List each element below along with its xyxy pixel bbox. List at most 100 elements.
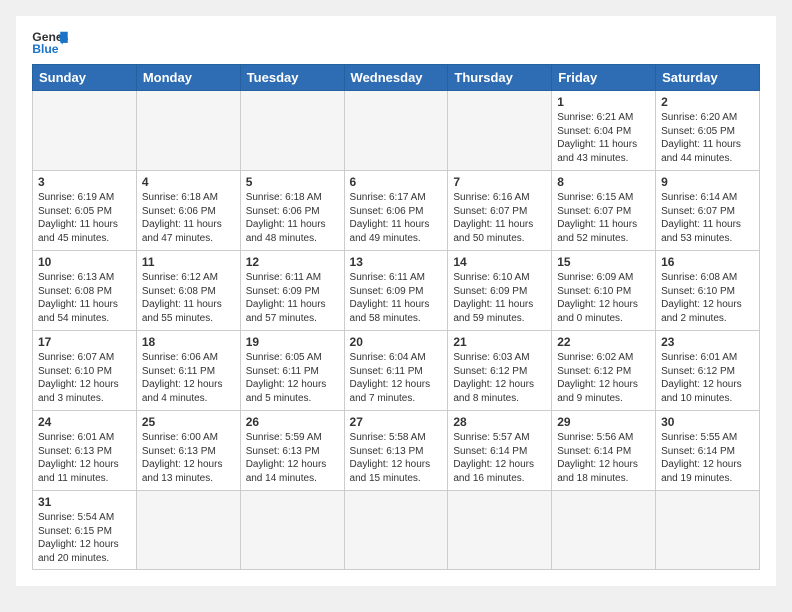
day-cell	[136, 491, 240, 570]
day-number: 1	[557, 95, 650, 109]
day-number: 25	[142, 415, 235, 429]
day-info: Sunrise: 5:59 AM Sunset: 6:13 PM Dayligh…	[246, 431, 339, 485]
day-number: 4	[142, 175, 235, 189]
day-cell: 7Sunrise: 6:16 AM Sunset: 6:07 PM Daylig…	[448, 171, 552, 251]
day-number: 6	[350, 175, 443, 189]
day-cell: 29 Sunrise: 5:56 AM Sunset: 6:14 PM Dayli…	[552, 411, 656, 491]
day-cell: 25 Sunrise: 6:00 AM Sunset: 6:13 PM Dayli…	[136, 411, 240, 491]
day-cell: 20 Sunrise: 6:04 AM Sunset: 6:11 PM Dayli…	[344, 331, 448, 411]
day-cell: 10 Sunrise: 6:13 AM Sunset: 6:08 PM Dayli…	[33, 251, 137, 331]
day-number: 9	[661, 175, 754, 189]
day-info: Sunrise: 6:11 AM Sunset: 6:09 PM Dayligh…	[350, 271, 443, 325]
day-info: Sunrise: 6:03 AM Sunset: 6:12 PM Dayligh…	[453, 351, 546, 405]
day-cell: 21Sunrise: 6:03 AM Sunset: 6:12 PM Dayli…	[448, 331, 552, 411]
day-cell	[344, 491, 448, 570]
day-info: Sunrise: 6:14 AM Sunset: 6:07 PM Dayligh…	[661, 191, 754, 245]
day-number: 17	[38, 335, 131, 349]
day-info: Sunrise: 6:04 AM Sunset: 6:11 PM Dayligh…	[350, 351, 443, 405]
weekday-sunday: Sunday	[33, 65, 137, 91]
day-cell	[656, 491, 760, 570]
day-info: Sunrise: 5:58 AM Sunset: 6:13 PM Dayligh…	[350, 431, 443, 485]
day-number: 23	[661, 335, 754, 349]
calendar-table: SundayMondayTuesdayWednesdayThursdayFrid…	[32, 64, 760, 570]
day-info: Sunrise: 6:09 AM Sunset: 6:10 PM Dayligh…	[557, 271, 650, 325]
day-number: 13	[350, 255, 443, 269]
day-number: 8	[557, 175, 650, 189]
weekday-wednesday: Wednesday	[344, 65, 448, 91]
day-cell: 16 Sunrise: 6:08 AM Sunset: 6:10 PM Dayli…	[656, 251, 760, 331]
day-cell: 9 Sunrise: 6:14 AM Sunset: 6:07 PM Daylig…	[656, 171, 760, 251]
day-number: 2	[661, 95, 754, 109]
day-number: 20	[350, 335, 443, 349]
day-info: Sunrise: 6:13 AM Sunset: 6:08 PM Dayligh…	[38, 271, 131, 325]
day-number: 7	[453, 175, 546, 189]
day-cell: 3 Sunrise: 6:19 AM Sunset: 6:05 PM Daylig…	[33, 171, 137, 251]
day-number: 24	[38, 415, 131, 429]
day-info: Sunrise: 6:01 AM Sunset: 6:13 PM Dayligh…	[38, 431, 131, 485]
day-info: Sunrise: 6:07 AM Sunset: 6:10 PM Dayligh…	[38, 351, 131, 405]
week-row-2: 10 Sunrise: 6:13 AM Sunset: 6:08 PM Dayli…	[33, 251, 760, 331]
day-cell	[344, 91, 448, 171]
day-info: Sunrise: 6:10 AM Sunset: 6:09 PM Dayligh…	[453, 271, 546, 325]
day-info: Sunrise: 6:17 AM Sunset: 6:06 PM Dayligh…	[350, 191, 443, 245]
day-info: Sunrise: 6:18 AM Sunset: 6:06 PM Dayligh…	[246, 191, 339, 245]
day-cell: 6 Sunrise: 6:17 AM Sunset: 6:06 PM Daylig…	[344, 171, 448, 251]
weekday-friday: Friday	[552, 65, 656, 91]
day-cell	[240, 91, 344, 171]
day-info: Sunrise: 6:18 AM Sunset: 6:06 PM Dayligh…	[142, 191, 235, 245]
day-info: Sunrise: 5:57 AM Sunset: 6:14 PM Dayligh…	[453, 431, 546, 485]
day-cell: 5Sunrise: 6:18 AM Sunset: 6:06 PM Daylig…	[240, 171, 344, 251]
week-row-4: 24 Sunrise: 6:01 AM Sunset: 6:13 PM Dayli…	[33, 411, 760, 491]
svg-text:Blue: Blue	[32, 42, 59, 56]
day-cell	[33, 91, 137, 171]
day-cell: 23 Sunrise: 6:01 AM Sunset: 6:12 PM Dayli…	[656, 331, 760, 411]
day-number: 30	[661, 415, 754, 429]
day-number: 12	[246, 255, 339, 269]
day-number: 28	[453, 415, 546, 429]
day-cell: 8 Sunrise: 6:15 AM Sunset: 6:07 PM Daylig…	[552, 171, 656, 251]
day-number: 11	[142, 255, 235, 269]
day-cell	[448, 491, 552, 570]
day-cell: 1Sunrise: 6:21 AM Sunset: 6:04 PM Daylig…	[552, 91, 656, 171]
day-cell: 22Sunrise: 6:02 AM Sunset: 6:12 PM Dayli…	[552, 331, 656, 411]
day-info: Sunrise: 5:54 AM Sunset: 6:15 PM Dayligh…	[38, 511, 131, 565]
week-row-1: 3 Sunrise: 6:19 AM Sunset: 6:05 PM Daylig…	[33, 171, 760, 251]
day-cell: 31Sunrise: 5:54 AM Sunset: 6:15 PM Dayli…	[33, 491, 137, 570]
day-cell: 2 Sunrise: 6:20 AM Sunset: 6:05 PM Daylig…	[656, 91, 760, 171]
day-info: Sunrise: 5:55 AM Sunset: 6:14 PM Dayligh…	[661, 431, 754, 485]
day-info: Sunrise: 6:15 AM Sunset: 6:07 PM Dayligh…	[557, 191, 650, 245]
day-info: Sunrise: 6:12 AM Sunset: 6:08 PM Dayligh…	[142, 271, 235, 325]
day-cell: 17 Sunrise: 6:07 AM Sunset: 6:10 PM Dayli…	[33, 331, 137, 411]
day-cell: 26 Sunrise: 5:59 AM Sunset: 6:13 PM Dayli…	[240, 411, 344, 491]
day-number: 14	[453, 255, 546, 269]
day-cell: 11 Sunrise: 6:12 AM Sunset: 6:08 PM Dayli…	[136, 251, 240, 331]
day-info: Sunrise: 6:19 AM Sunset: 6:05 PM Dayligh…	[38, 191, 131, 245]
day-number: 15	[557, 255, 650, 269]
header: General Blue	[32, 28, 760, 56]
day-cell: 14 Sunrise: 6:10 AM Sunset: 6:09 PM Dayli…	[448, 251, 552, 331]
day-number: 18	[142, 335, 235, 349]
day-cell	[136, 91, 240, 171]
day-cell: 18Sunrise: 6:06 AM Sunset: 6:11 PM Dayli…	[136, 331, 240, 411]
day-number: 16	[661, 255, 754, 269]
day-info: Sunrise: 6:08 AM Sunset: 6:10 PM Dayligh…	[661, 271, 754, 325]
calendar-container: General Blue SundayMondayTuesdayWednesda…	[16, 16, 776, 586]
day-info: Sunrise: 5:56 AM Sunset: 6:14 PM Dayligh…	[557, 431, 650, 485]
day-info: Sunrise: 6:20 AM Sunset: 6:05 PM Dayligh…	[661, 111, 754, 165]
day-number: 29	[557, 415, 650, 429]
day-number: 22	[557, 335, 650, 349]
day-cell	[240, 491, 344, 570]
day-cell: 15 Sunrise: 6:09 AM Sunset: 6:10 PM Dayli…	[552, 251, 656, 331]
day-number: 27	[350, 415, 443, 429]
day-info: Sunrise: 6:11 AM Sunset: 6:09 PM Dayligh…	[246, 271, 339, 325]
day-cell: 28 Sunrise: 5:57 AM Sunset: 6:14 PM Dayli…	[448, 411, 552, 491]
weekday-tuesday: Tuesday	[240, 65, 344, 91]
day-number: 10	[38, 255, 131, 269]
day-number: 19	[246, 335, 339, 349]
weekday-thursday: Thursday	[448, 65, 552, 91]
day-number: 26	[246, 415, 339, 429]
week-row-5: 31Sunrise: 5:54 AM Sunset: 6:15 PM Dayli…	[33, 491, 760, 570]
day-info: Sunrise: 6:01 AM Sunset: 6:12 PM Dayligh…	[661, 351, 754, 405]
day-number: 3	[38, 175, 131, 189]
day-info: Sunrise: 6:00 AM Sunset: 6:13 PM Dayligh…	[142, 431, 235, 485]
